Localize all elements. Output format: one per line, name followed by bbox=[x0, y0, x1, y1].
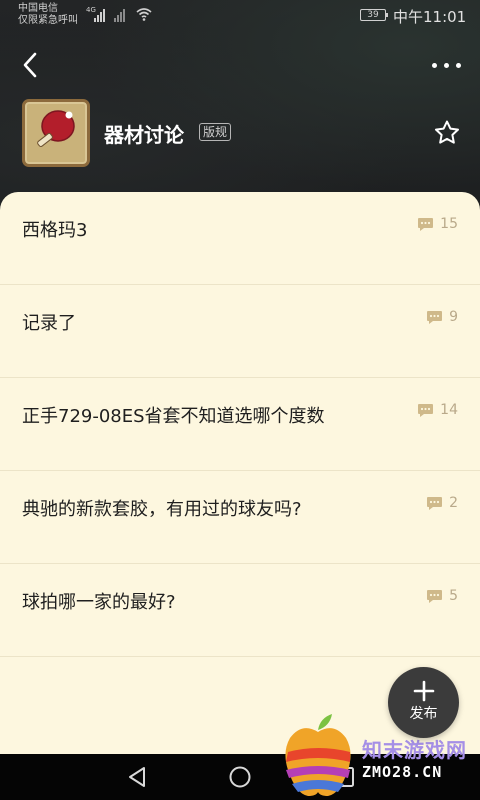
emergency-only-label: 仅限紧急呼叫 bbox=[18, 15, 78, 26]
post-row[interactable]: 正手729-08ES省套不知道选哪个度数 14 bbox=[0, 378, 480, 471]
watermark-site-url: ZMO28.CN bbox=[362, 763, 443, 781]
comment-count-group: 14 bbox=[417, 401, 458, 419]
comment-count-group: 9 bbox=[426, 308, 458, 326]
comment-count: 5 bbox=[449, 588, 458, 604]
forum-avatar bbox=[22, 99, 90, 167]
nav-back-button[interactable] bbox=[124, 763, 152, 791]
battery-indicator: 39 bbox=[360, 9, 388, 21]
comment-count: 15 bbox=[440, 216, 458, 232]
post-row[interactable]: 典驰的新款套胶，有用过的球友吗? 2 bbox=[0, 471, 480, 564]
post-button-label: 发布 bbox=[409, 706, 438, 722]
post-row[interactable]: 记录了 9 bbox=[0, 285, 480, 378]
post-row[interactable]: 球拍哪一家的最好? 5 bbox=[0, 564, 480, 657]
forum-rules-badge[interactable]: 版规 bbox=[199, 123, 232, 141]
comment-bubble-icon bbox=[427, 310, 443, 324]
comment-count-group: 2 bbox=[426, 494, 458, 512]
plus-icon bbox=[413, 680, 435, 702]
post-title: 典驰的新款套胶，有用过的球友吗? bbox=[22, 499, 302, 520]
back-chevron-icon bbox=[23, 52, 37, 78]
comment-bubble-icon bbox=[418, 403, 434, 417]
nav-back-triangle-icon bbox=[129, 767, 145, 787]
post-title: 记录了 bbox=[22, 313, 76, 334]
ping-pong-paddle-icon bbox=[37, 110, 75, 147]
comment-count-group: 15 bbox=[417, 215, 458, 233]
comment-bubble-icon bbox=[427, 496, 443, 510]
nav-home-circle-icon bbox=[229, 766, 251, 788]
favorite-button[interactable] bbox=[432, 118, 462, 148]
watermark-site-name: 知末游戏网 bbox=[362, 738, 467, 762]
wifi-icon bbox=[136, 8, 152, 21]
comment-count: 14 bbox=[440, 402, 458, 418]
nav-home-button[interactable] bbox=[226, 763, 254, 791]
signal-bars-icon bbox=[94, 9, 105, 22]
comment-count: 9 bbox=[449, 309, 458, 325]
comment-count: 2 bbox=[449, 495, 458, 511]
post-button[interactable]: 发布 bbox=[388, 667, 459, 738]
post-title: 西格玛3 bbox=[22, 220, 88, 241]
status-bar: 中国电信 仅限紧急呼叫 4G 39 中午11:01 bbox=[0, 0, 480, 30]
more-options-button[interactable] bbox=[424, 50, 468, 80]
more-dots-icon bbox=[432, 63, 437, 68]
carrier-label: 中国电信 bbox=[18, 3, 58, 14]
star-outline-icon bbox=[435, 120, 459, 144]
fruit-logo-watermark bbox=[285, 714, 351, 796]
forum-title: 器材讨论 bbox=[104, 123, 184, 147]
post-title: 球拍哪一家的最好? bbox=[22, 592, 176, 613]
post-title: 正手729-08ES省套不知道选哪个度数 bbox=[22, 406, 325, 427]
signal-bars-2-icon bbox=[114, 9, 125, 22]
status-time: 中午11:01 bbox=[393, 8, 467, 26]
comment-bubble-icon bbox=[427, 589, 443, 603]
comment-bubble-icon bbox=[418, 217, 434, 231]
signal-indicators: 4G bbox=[86, 6, 156, 24]
comment-count-group: 5 bbox=[426, 587, 458, 605]
post-row[interactable]: 西格玛3 15 bbox=[0, 192, 480, 285]
back-button[interactable] bbox=[14, 48, 48, 82]
